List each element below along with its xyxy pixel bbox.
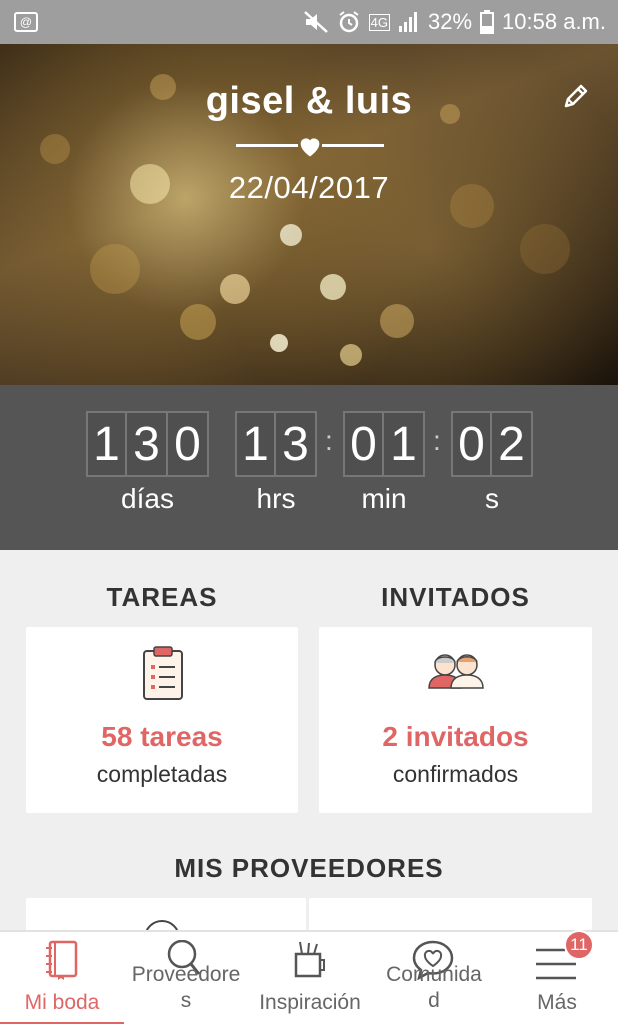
battery-icon (480, 10, 495, 34)
nav-comunidad[interactable]: Comunida d (372, 932, 496, 1024)
heart-icon (296, 132, 324, 160)
countdown-digit: 2 (492, 411, 533, 477)
network-type-icon: 4G (368, 13, 390, 31)
bokeh-light (340, 344, 362, 366)
bokeh-light (90, 244, 140, 294)
vendors-title: MIS PROVEEDORES (174, 853, 444, 883)
tasks-count: 58 tareas (101, 721, 223, 752)
countdown-hours: 1 3 (235, 411, 317, 477)
notebook-icon (44, 940, 80, 986)
nav-label: Comunida (386, 963, 482, 986)
countdown-days: 1 3 0 (86, 411, 209, 477)
status-right: 4G 32% 10:58 a.m. (303, 9, 606, 35)
bokeh-light (380, 304, 414, 338)
mute-icon (303, 10, 329, 34)
nav-mi-boda[interactable]: Mi boda (0, 932, 124, 1024)
alarm-icon (337, 10, 361, 34)
countdown-digit: 3 (127, 411, 168, 477)
bokeh-light (520, 224, 570, 274)
countdown-separator: : (325, 425, 333, 456)
minutes-label: min (361, 483, 407, 514)
nav-mas[interactable]: 11 Más (496, 930, 618, 1024)
pencil-cup-icon (292, 940, 328, 986)
bokeh-light (320, 274, 346, 300)
seconds-label: s (485, 483, 499, 514)
status-bar: @ 4G 32% 10:58 a.m. (0, 0, 618, 44)
countdown-digit: 3 (276, 411, 317, 477)
bokeh-light (180, 304, 216, 340)
hours-label: hrs (256, 483, 296, 514)
nav-label: Proveedore (131, 963, 241, 986)
guests-sub: confirmados (392, 761, 519, 787)
countdown-digit: 0 (343, 411, 384, 477)
divider-left (236, 144, 298, 147)
email-notification-icon: @ (14, 12, 38, 32)
nav-proveedores[interactable]: Proveedore s (124, 932, 248, 1024)
status-left: @ (14, 12, 38, 32)
couple-names: gisel & luis (205, 80, 413, 122)
notification-badge: 11 (564, 930, 594, 960)
days-label: días (121, 483, 174, 514)
nav-label: s (180, 989, 192, 1012)
nav-inspiracion[interactable]: Inspiración (248, 932, 372, 1024)
nav-label: Inspiración (259, 991, 361, 1014)
bokeh-light (220, 274, 250, 304)
guests-count: 2 invitados (382, 721, 529, 752)
nav-label: Más (537, 991, 577, 1014)
edit-pencil-icon[interactable] (560, 80, 596, 116)
clock: 10:58 a.m. (502, 9, 606, 34)
guests-card[interactable]: 2 invitados confirmados (319, 627, 592, 813)
countdown-separator: : (433, 425, 441, 456)
countdown-panel: 1 3 0 1 3 : 0 1 : 0 2 días hrs min s (0, 385, 618, 550)
nav-label: d (428, 989, 440, 1012)
nav-label: Mi boda (24, 991, 100, 1014)
countdown-digit: 0 (168, 411, 209, 477)
battery-percent: 32% (428, 9, 473, 34)
signal-icon (398, 11, 420, 33)
bokeh-light (40, 134, 70, 164)
bokeh-light (270, 334, 288, 352)
wedding-date: 22/04/2017 (228, 170, 390, 205)
bottom-nav: Mi boda Proveedore s Inspiración Comunid… (0, 930, 618, 1024)
countdown-minutes: 0 1 (343, 411, 425, 477)
wedding-hero: gisel & luis 22/04/2017 (0, 44, 618, 385)
countdown-digit: 0 (451, 411, 492, 477)
tasks-sub: completadas (96, 761, 228, 787)
tasks-title: TAREAS (106, 582, 218, 612)
tasks-card[interactable]: 58 tareas completadas (26, 627, 298, 813)
countdown-seconds: 0 2 (451, 411, 533, 477)
countdown-digit: 1 (384, 411, 425, 477)
guests-couple-icon (427, 651, 485, 694)
guests-title: INVITADOS (381, 582, 530, 612)
bokeh-light (280, 224, 302, 246)
clipboard-icon (142, 645, 184, 706)
countdown-digit: 1 (235, 411, 276, 477)
countdown-digit: 1 (86, 411, 127, 477)
divider-right (322, 144, 384, 147)
